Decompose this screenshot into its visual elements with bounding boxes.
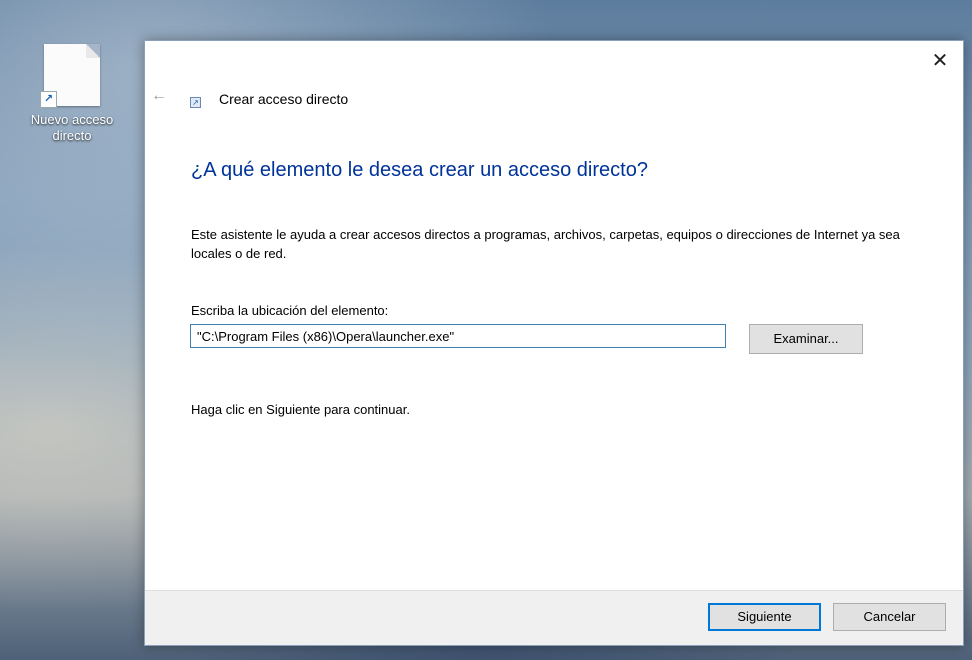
cancel-button[interactable]: Cancelar: [833, 603, 946, 631]
shortcut-wizard-icon: ↗: [190, 97, 201, 108]
next-button[interactable]: Siguiente: [708, 603, 821, 631]
create-shortcut-wizard: ✕ ← ↗ Crear acceso directo ¿A qué elemen…: [144, 40, 964, 646]
wizard-heading: ¿A qué elemento le desea crear un acceso…: [191, 159, 648, 181]
location-input[interactable]: [190, 324, 726, 348]
back-arrow-icon[interactable]: ←: [151, 87, 167, 105]
browse-button[interactable]: Examinar...: [749, 324, 863, 354]
location-label: Escriba la ubicación del elemento:: [191, 303, 389, 318]
desktop-shortcut-icon[interactable]: ↗ Nuevo acceso directo: [20, 44, 124, 144]
desktop-icon-label: Nuevo acceso directo: [30, 112, 114, 143]
wizard-description: Este asistente le ayuda a crear accesos …: [191, 227, 900, 261]
close-icon[interactable]: ✕: [925, 47, 955, 75]
window-title: Crear acceso directo: [219, 91, 349, 107]
shortcut-arrow-icon: ↗: [40, 91, 57, 108]
continue-instruction: Haga clic en Siguiente para continuar.: [191, 402, 410, 417]
wizard-footer: Siguiente Cancelar: [145, 590, 963, 645]
shortcut-file-icon: ↗: [40, 44, 100, 108]
